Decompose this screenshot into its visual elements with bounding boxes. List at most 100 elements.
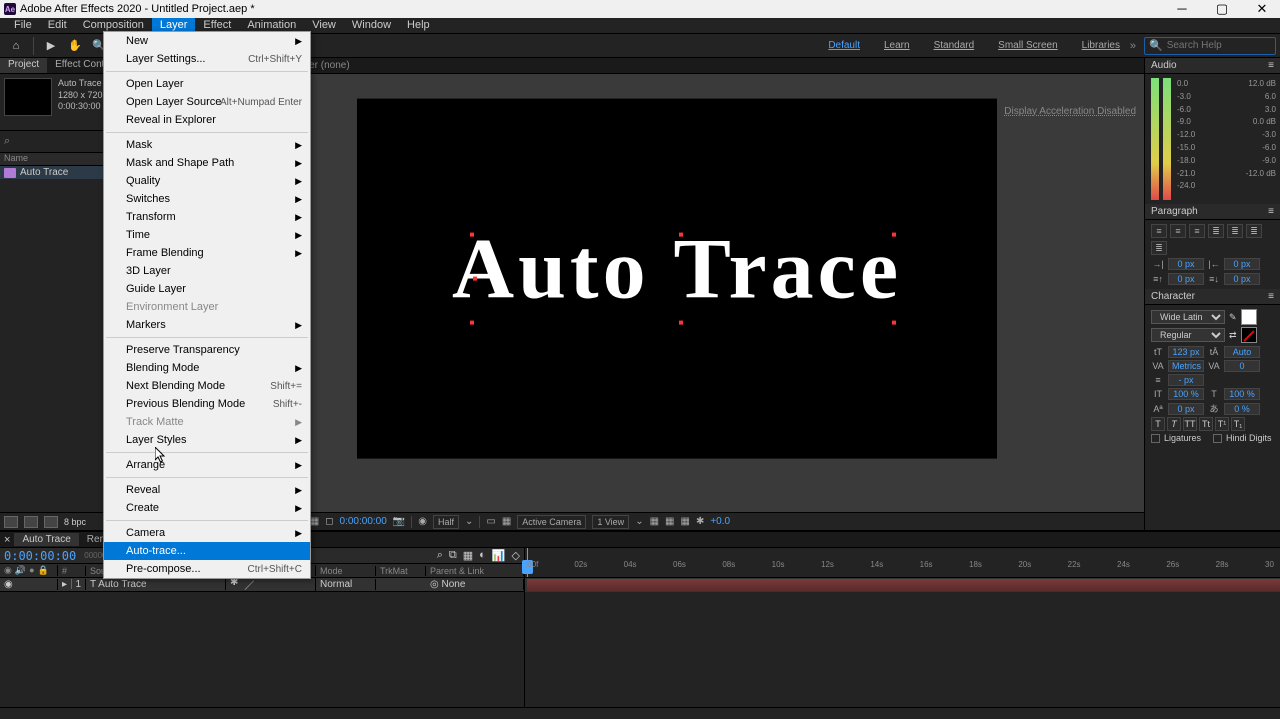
layer-track[interactable] xyxy=(525,578,1280,592)
font-style-select[interactable]: Regular xyxy=(1151,328,1225,342)
kerning-input[interactable]: Metrics xyxy=(1168,360,1204,372)
transparency-icon[interactable]: ▦ xyxy=(502,516,511,527)
tsume-input[interactable]: 0 % xyxy=(1224,403,1260,415)
menu-item-next-blending-mode[interactable]: Next Blending ModeShift+= xyxy=(104,377,310,395)
bpc-button[interactable]: 8 bpc xyxy=(64,517,86,527)
menu-item-transform[interactable]: Transform▶ xyxy=(104,208,310,226)
justify-left-icon[interactable]: ≣ xyxy=(1208,224,1224,238)
font-family-select[interactable]: Wide Latin xyxy=(1151,310,1225,324)
timeline-layer-row[interactable]: ◉ ▸ 1 T Auto Trace ✱ ／ Normal ◎ xyxy=(0,578,524,592)
video-toggle-icon[interactable]: ◉ xyxy=(4,565,12,576)
caps-button[interactable]: TT xyxy=(1183,417,1197,431)
view-select[interactable]: 1 View xyxy=(592,515,629,529)
menu-item-frame-blending[interactable]: Frame Blending▶ xyxy=(104,244,310,262)
menu-window[interactable]: Window xyxy=(344,18,399,33)
timeline-track-area[interactable]: :00f02s04s06s08s10s12s14s16s18s20s22s24s… xyxy=(525,548,1280,719)
eyedropper-icon[interactable]: ✎ xyxy=(1229,312,1237,323)
pickwhip-icon[interactable]: ◎ xyxy=(430,579,439,590)
view-icon-3[interactable]: ▦ xyxy=(680,516,689,527)
res-toggle-icon[interactable]: ◻ xyxy=(325,516,333,527)
draft3d-icon[interactable]: ◇ xyxy=(512,549,520,562)
menu-item-mask[interactable]: Mask▶ xyxy=(104,136,310,154)
motion-blur-icon[interactable]: ◐ xyxy=(479,549,486,562)
search-icon[interactable]: ⌕ xyxy=(437,549,443,562)
timeline-close-icon[interactable]: × xyxy=(0,533,14,547)
col-mode[interactable]: Mode xyxy=(316,566,376,576)
new-comp-icon[interactable] xyxy=(44,516,58,528)
menu-item-quality[interactable]: Quality▶ xyxy=(104,172,310,190)
vscale-input[interactable]: 100 % xyxy=(1168,388,1204,400)
shy-icon[interactable]: ⧉ xyxy=(449,549,457,562)
hindi-checkbox[interactable] xyxy=(1213,434,1222,443)
comp-canvas[interactable]: Auto Trace xyxy=(357,99,997,459)
indent-right-input[interactable]: 0 px xyxy=(1224,258,1260,270)
menu-item-blending-mode[interactable]: Blending Mode▶ xyxy=(104,359,310,377)
selection-handle[interactable] xyxy=(470,321,474,325)
viewer-time[interactable]: 0:00:00:00 xyxy=(340,516,387,527)
justify-all-icon[interactable]: ≣ xyxy=(1151,241,1167,255)
menu-item-previous-blending-mode[interactable]: Previous Blending ModeShift+- xyxy=(104,395,310,413)
view-options-icon[interactable]: ⌄ xyxy=(635,516,643,527)
smallcaps-button[interactable]: Tt xyxy=(1199,417,1213,431)
timeline-ruler[interactable]: :00f02s04s06s08s10s12s14s16s18s20s22s24s… xyxy=(525,548,1280,578)
channel-icon[interactable]: ◉ xyxy=(418,516,427,527)
search-help[interactable]: 🔍 xyxy=(1144,37,1276,55)
close-button[interactable]: ✕ xyxy=(1248,1,1276,17)
menu-item-create[interactable]: Create▶ xyxy=(104,499,310,517)
selection-handle[interactable] xyxy=(679,233,683,237)
align-right-icon[interactable]: ≡ xyxy=(1189,224,1205,238)
menu-help[interactable]: Help xyxy=(399,18,438,33)
menu-item-switches[interactable]: Switches▶ xyxy=(104,190,310,208)
align-left-icon[interactable]: ≡ xyxy=(1151,224,1167,238)
col-parent[interactable]: Parent & Link xyxy=(426,566,524,576)
leading-input[interactable]: Auto xyxy=(1224,346,1260,358)
selection-tool-icon[interactable]: ▶ xyxy=(41,36,61,56)
ligatures-checkbox[interactable] xyxy=(1151,434,1160,443)
menu-item-mask-and-shape-path[interactable]: Mask and Shape Path▶ xyxy=(104,154,310,172)
selection-handle[interactable] xyxy=(679,321,683,325)
bold-button[interactable]: T xyxy=(1151,417,1165,431)
graph-editor-icon[interactable]: 📊 xyxy=(492,549,506,562)
selection-handle[interactable] xyxy=(470,233,474,237)
fill-color[interactable] xyxy=(1241,309,1257,325)
font-size-input[interactable]: 123 px xyxy=(1168,346,1204,358)
timeline-tab-comp[interactable]: Auto Trace xyxy=(14,533,78,546)
exposure-icon[interactable]: ✱ xyxy=(696,516,704,527)
menu-item-d-layer[interactable]: 3D Layer xyxy=(104,262,310,280)
space-before-input[interactable]: 0 px xyxy=(1168,273,1204,285)
panel-menu-icon[interactable]: ≡ xyxy=(1268,206,1274,217)
menu-item-open-layer-source[interactable]: Open Layer SourceAlt+Numpad Enter xyxy=(104,93,310,111)
viewer[interactable]: Display Acceleration Disabled Auto Trace xyxy=(210,74,1144,512)
space-after-input[interactable]: 0 px xyxy=(1224,273,1260,285)
anchor-point[interactable] xyxy=(473,277,477,281)
chevron-down-icon[interactable]: ⌄ xyxy=(465,516,473,527)
menu-item-layer-styles[interactable]: Layer Styles▶ xyxy=(104,431,310,449)
expand-arrow-icon[interactable]: ▸ xyxy=(62,579,67,590)
lock-icon[interactable]: 🔒 xyxy=(38,565,49,576)
stroke-color[interactable] xyxy=(1241,327,1257,343)
exposure-value[interactable]: +0.0 xyxy=(710,516,730,527)
menu-item-open-layer[interactable]: Open Layer xyxy=(104,75,310,93)
snapshot-icon[interactable]: 📷 xyxy=(393,516,405,527)
menu-item-pre-compose[interactable]: Pre-compose...Ctrl+Shift+C xyxy=(104,560,310,578)
menu-item-guide-layer[interactable]: Guide Layer xyxy=(104,280,310,298)
audio-toggle-icon[interactable]: 🔊 xyxy=(15,565,26,576)
resolution-icon[interactable]: ▦ xyxy=(310,516,319,527)
indent-left-input[interactable]: 0 px xyxy=(1168,258,1204,270)
menu-edit[interactable]: Edit xyxy=(40,18,75,33)
selection-handle[interactable] xyxy=(892,233,896,237)
menu-item-layer-settings[interactable]: Layer Settings...Ctrl+Shift+Y xyxy=(104,50,310,68)
workspace-libraries[interactable]: Libraries xyxy=(1072,38,1130,53)
tracking-input[interactable]: 0 xyxy=(1224,360,1260,372)
workspace-default[interactable]: Default xyxy=(818,38,870,53)
workspace-standard[interactable]: Standard xyxy=(924,38,985,53)
align-center-icon[interactable]: ≡ xyxy=(1170,224,1186,238)
layer-name[interactable]: Auto Trace xyxy=(98,579,146,590)
text-layer-display[interactable]: Auto Trace xyxy=(452,219,902,319)
layer-parent[interactable]: None xyxy=(442,579,466,590)
hscale-input[interactable]: 100 % xyxy=(1224,388,1260,400)
hand-tool-icon[interactable]: ✋ xyxy=(65,36,85,56)
menu-file[interactable]: File xyxy=(6,18,40,33)
justify-center-icon[interactable]: ≣ xyxy=(1227,224,1243,238)
video-eye-icon[interactable]: ◉ xyxy=(4,579,13,590)
